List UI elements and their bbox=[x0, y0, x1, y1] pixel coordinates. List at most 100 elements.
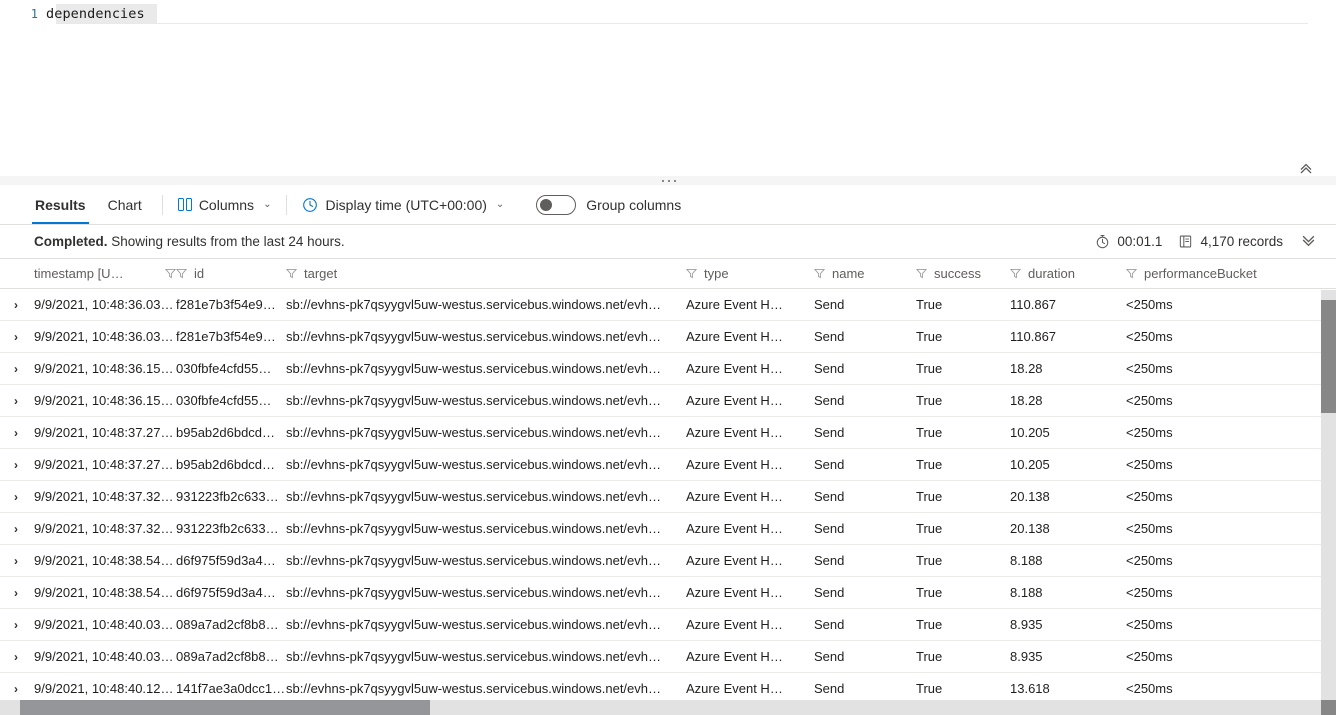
cell-type: Azure Event H… bbox=[686, 361, 783, 376]
query-editor-line[interactable]: 1 dependencies bbox=[0, 4, 1336, 23]
table-row[interactable]: › 9/9/2021, 10:48:40.038 P…089a7ad2cf8b8…… bbox=[0, 641, 1336, 673]
row-expand-button[interactable]: › bbox=[0, 585, 34, 600]
chevron-right-icon[interactable]: › bbox=[14, 458, 18, 472]
cell-duration: 8.188 bbox=[1010, 585, 1043, 600]
status-metrics: 00:01.1 4,170 records bbox=[1095, 233, 1318, 251]
row-expand-button[interactable]: › bbox=[0, 553, 34, 568]
cell-name: Send bbox=[814, 681, 845, 696]
column-header-duration[interactable]: duration bbox=[1010, 266, 1126, 281]
cell-performanceBucket: <250ms bbox=[1126, 489, 1173, 504]
filter-icon[interactable] bbox=[686, 268, 697, 279]
row-expand-button[interactable]: › bbox=[0, 649, 34, 664]
tab-results[interactable]: Results bbox=[24, 185, 97, 224]
cell-duration: 8.935 bbox=[1010, 617, 1043, 632]
filter-icon[interactable] bbox=[176, 268, 187, 279]
column-header-performanceBucket[interactable]: performanceBucket bbox=[1126, 266, 1276, 281]
chevron-right-icon[interactable]: › bbox=[14, 682, 18, 696]
table-row[interactable]: › 9/9/2021, 10:48:36.154 PM 030fbfe4cfd55…… bbox=[0, 385, 1336, 417]
records-icon bbox=[1180, 235, 1192, 248]
filter-icon[interactable] bbox=[916, 268, 927, 279]
column-header-label: duration bbox=[1028, 266, 1075, 281]
cell-id: 931223fb2c633… bbox=[176, 489, 279, 504]
table-row[interactable]: › 9/9/2021, 10:48:36.032 P…f281e7b3f54e9…… bbox=[0, 321, 1336, 353]
cell-performanceBucket: <250ms bbox=[1126, 617, 1173, 632]
cell-performanceBucket: <250ms bbox=[1126, 361, 1173, 376]
row-expand-button[interactable]: › bbox=[0, 489, 34, 504]
chevron-right-icon[interactable]: › bbox=[14, 522, 18, 536]
cell-duration: 20.138 bbox=[1010, 521, 1050, 536]
table-row[interactable]: › 9/9/2021, 10:48:36.032 P…f281e7b3f54e9…… bbox=[0, 289, 1336, 321]
row-expand-button[interactable]: › bbox=[0, 361, 34, 376]
columns-button[interactable]: Columns ⌄ bbox=[172, 193, 278, 217]
chevron-right-icon[interactable]: › bbox=[14, 554, 18, 568]
filter-icon[interactable] bbox=[1010, 268, 1021, 279]
row-expand-button[interactable]: › bbox=[0, 425, 34, 440]
cell-name: Send bbox=[814, 617, 845, 632]
table-row[interactable]: › 9/9/2021, 10:48:40.038 P…089a7ad2cf8b8…… bbox=[0, 609, 1336, 641]
cell-name: Send bbox=[814, 521, 845, 536]
toggle-switch[interactable] bbox=[536, 194, 577, 215]
splitter-grip-handle[interactable] bbox=[662, 180, 676, 182]
chevron-right-icon[interactable]: › bbox=[14, 330, 18, 344]
column-header-label: timestamp [UTC] bbox=[34, 266, 127, 281]
row-expand-button[interactable]: › bbox=[0, 457, 34, 472]
row-expand-button[interactable]: › bbox=[0, 297, 34, 312]
row-expand-button[interactable]: › bbox=[0, 617, 34, 632]
column-header-name[interactable]: name bbox=[814, 266, 916, 281]
chevron-right-icon[interactable]: › bbox=[14, 394, 18, 408]
column-header-label: success bbox=[934, 266, 981, 281]
horizontal-scrollbar-thumb[interactable] bbox=[20, 700, 430, 715]
cell-type: Azure Event H… bbox=[686, 489, 783, 504]
cell-target: sb://evhns-pk7qsyygvl5uw-westus.serviceb… bbox=[286, 329, 662, 344]
chevron-right-icon[interactable]: › bbox=[14, 362, 18, 376]
grip-dot bbox=[668, 180, 670, 182]
column-header-timestamp[interactable]: timestamp [UTC] bbox=[34, 266, 176, 281]
tab-chart[interactable]: Chart bbox=[97, 185, 153, 224]
cell-type: Azure Event H… bbox=[686, 681, 783, 696]
chevron-right-icon[interactable]: › bbox=[14, 298, 18, 312]
filter-icon[interactable] bbox=[165, 268, 176, 279]
vertical-scrollbar-thumb[interactable] bbox=[1321, 300, 1336, 413]
stopwatch-icon bbox=[1097, 234, 1109, 249]
collapse-results-icon[interactable] bbox=[1299, 233, 1318, 251]
column-header-success[interactable]: success bbox=[916, 266, 1010, 281]
table-row[interactable]: › 9/9/2021, 10:48:36.154 PM 030fbfe4cfd55…… bbox=[0, 353, 1336, 385]
query-text[interactable]: dependencies bbox=[46, 6, 145, 22]
column-header-id[interactable]: id bbox=[176, 266, 286, 281]
display-time-button[interactable]: Display time (UTC+00:00) ⌄ bbox=[296, 193, 510, 217]
cell-success: True bbox=[916, 681, 943, 696]
vertical-scrollbar-track[interactable] bbox=[1321, 290, 1336, 700]
chevron-right-icon[interactable]: › bbox=[14, 586, 18, 600]
chevron-right-icon[interactable]: › bbox=[14, 426, 18, 440]
table-row[interactable]: › 9/9/2021, 10:48:38.545 P…d6f975f59d3a4…… bbox=[0, 545, 1336, 577]
cell-id: 931223fb2c633… bbox=[176, 521, 279, 536]
query-editor-pane[interactable]: 1 dependencies bbox=[0, 0, 1336, 177]
filter-icon[interactable] bbox=[1126, 268, 1137, 279]
row-expand-button[interactable]: › bbox=[0, 681, 34, 696]
filter-icon[interactable] bbox=[814, 268, 825, 279]
cell-target: sb://evhns-pk7qsyygvl5uw-westus.serviceb… bbox=[286, 585, 662, 600]
cell-type: Azure Event H… bbox=[686, 521, 783, 536]
cell-name: Send bbox=[814, 489, 845, 504]
row-expand-button[interactable]: › bbox=[0, 393, 34, 408]
cell-name: Send bbox=[814, 649, 845, 664]
filter-icon[interactable] bbox=[286, 268, 297, 279]
chevron-right-icon[interactable]: › bbox=[14, 490, 18, 504]
table-row[interactable]: › 9/9/2021, 10:48:38.545 P…d6f975f59d3a4…… bbox=[0, 577, 1336, 609]
horizontal-scrollbar-track[interactable] bbox=[0, 700, 1336, 715]
column-header-target[interactable]: target bbox=[286, 266, 686, 281]
row-expand-button[interactable]: › bbox=[0, 329, 34, 344]
toolbar-divider bbox=[286, 194, 288, 215]
column-header-type[interactable]: type bbox=[686, 266, 814, 281]
cell-duration: 10.205 bbox=[1010, 457, 1050, 472]
group-columns-toggle[interactable]: Group columns bbox=[536, 194, 681, 215]
table-row[interactable]: › 9/9/2021, 10:48:37.278 PM b95ab2d6bdcd… s… bbox=[0, 417, 1336, 449]
table-row[interactable]: › 9/9/2021, 10:48:37.323 P…931223fb2c633…… bbox=[0, 513, 1336, 545]
cell-target: sb://evhns-pk7qsyygvl5uw-westus.serviceb… bbox=[286, 617, 662, 632]
cell-performanceBucket: <250ms bbox=[1126, 649, 1173, 664]
table-row[interactable]: › 9/9/2021, 10:48:37.323 P…931223fb2c633…… bbox=[0, 481, 1336, 513]
row-expand-button[interactable]: › bbox=[0, 521, 34, 536]
table-row[interactable]: › 9/9/2021, 10:48:37.278 PM b95ab2d6bdcd… s… bbox=[0, 449, 1336, 481]
chevron-right-icon[interactable]: › bbox=[14, 618, 18, 632]
chevron-right-icon[interactable]: › bbox=[14, 650, 18, 664]
